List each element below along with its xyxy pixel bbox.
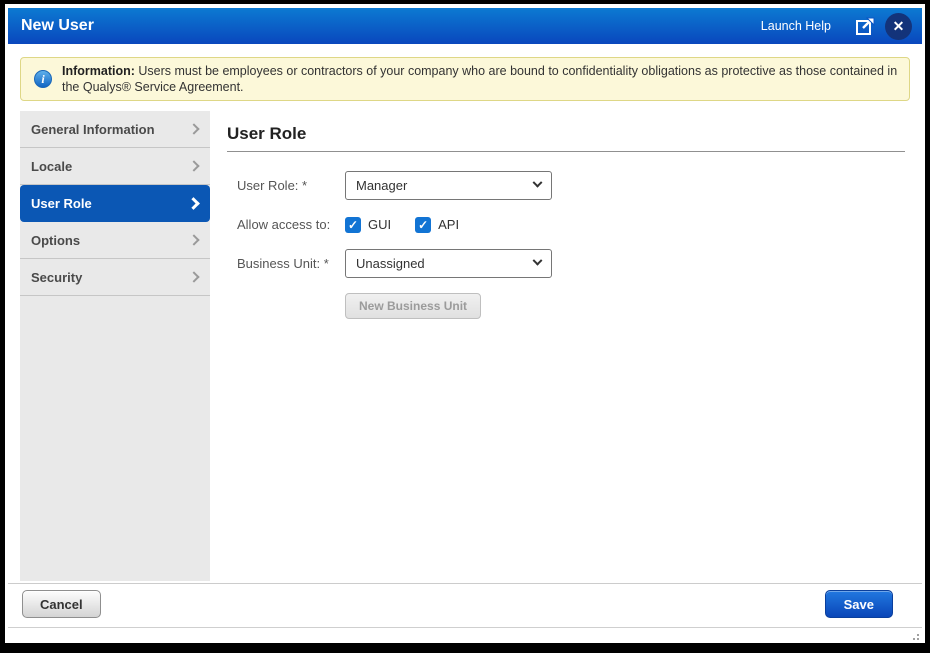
user-role-select[interactable]: Manager	[345, 171, 552, 200]
footer-bar: Cancel Save	[22, 590, 893, 618]
launch-help-link[interactable]: Launch Help	[761, 19, 831, 33]
information-text: Information: Users must be employees or …	[62, 64, 898, 94]
gui-checkbox-wrap[interactable]: ✓ GUI	[345, 216, 392, 233]
api-checkbox-label: API	[438, 217, 460, 232]
footer-separator	[8, 583, 922, 584]
gui-checkbox-label: GUI	[368, 217, 392, 232]
api-checkbox[interactable]: ✓	[415, 216, 432, 233]
chevron-right-icon	[188, 271, 200, 283]
popout-icon[interactable]	[855, 16, 875, 36]
business-unit-label: Business Unit: *	[237, 256, 329, 271]
dialog-title: New User	[21, 17, 94, 34]
user-role-label: User Role: *	[237, 178, 308, 193]
information-label: Information:	[62, 64, 135, 78]
resize-grip[interactable]	[908, 629, 920, 641]
user-role-row: User Role: * Manager	[227, 171, 910, 200]
page-title: User Role	[227, 124, 307, 143]
check-icon: ✓	[347, 217, 359, 232]
new-business-unit-button[interactable]: New Business Unit	[345, 293, 482, 319]
main-content: User Role User Role: * Manager Allow acc…	[227, 111, 910, 581]
api-checkbox-wrap[interactable]: ✓ API	[415, 216, 460, 233]
dialog-titlebar: New User Launch Help ✕	[8, 8, 922, 44]
gui-checkbox[interactable]: ✓	[345, 216, 361, 233]
chevron-down-icon	[532, 177, 543, 188]
business-unit-select[interactable]: Unassigned	[345, 249, 552, 278]
sidebar-item-options[interactable]: Options	[20, 222, 210, 259]
sidebar-item-security[interactable]: Security	[20, 259, 210, 296]
allow-access-label: Allow access to:	[237, 217, 331, 232]
sidebar-item-general-information[interactable]: General Information	[20, 111, 210, 148]
cancel-button[interactable]: Cancel	[22, 590, 101, 618]
allow-access-row: Allow access to: ✓ GUI ✓ API	[227, 216, 910, 233]
close-button[interactable]: ✕	[885, 12, 912, 40]
chevron-right-icon	[188, 160, 200, 172]
chevron-right-icon	[188, 234, 200, 246]
new-business-unit-row: New Business Unit	[227, 293, 910, 319]
business-unit-row: Business Unit: * Unassigned	[227, 249, 910, 278]
sidebar-item-user-role[interactable]: User Role	[20, 185, 210, 222]
section-heading-wrap: User Role	[227, 124, 905, 152]
save-button[interactable]: Save	[824, 590, 893, 618]
user-role-form: User Role: * Manager Allow access to: ✓ …	[227, 171, 910, 319]
chevron-right-icon	[188, 123, 200, 135]
information-banner: i Information: Users must be employees o…	[20, 57, 910, 101]
new-user-dialog: New User Launch Help ✕ i Information: Us…	[5, 4, 925, 643]
info-icon: i	[34, 70, 52, 88]
business-unit-selected-value: Unassigned	[356, 256, 425, 271]
chevron-down-icon	[532, 255, 543, 266]
sidebar-nav: General Information Locale User Role Opt…	[20, 111, 210, 581]
user-role-selected-value: Manager	[356, 178, 408, 193]
chevron-right-icon	[187, 196, 200, 210]
check-icon: ✓	[418, 217, 429, 232]
bottom-divider	[8, 627, 922, 628]
sidebar-item-locale[interactable]: Locale	[20, 148, 210, 185]
close-icon: ✕	[892, 18, 905, 34]
